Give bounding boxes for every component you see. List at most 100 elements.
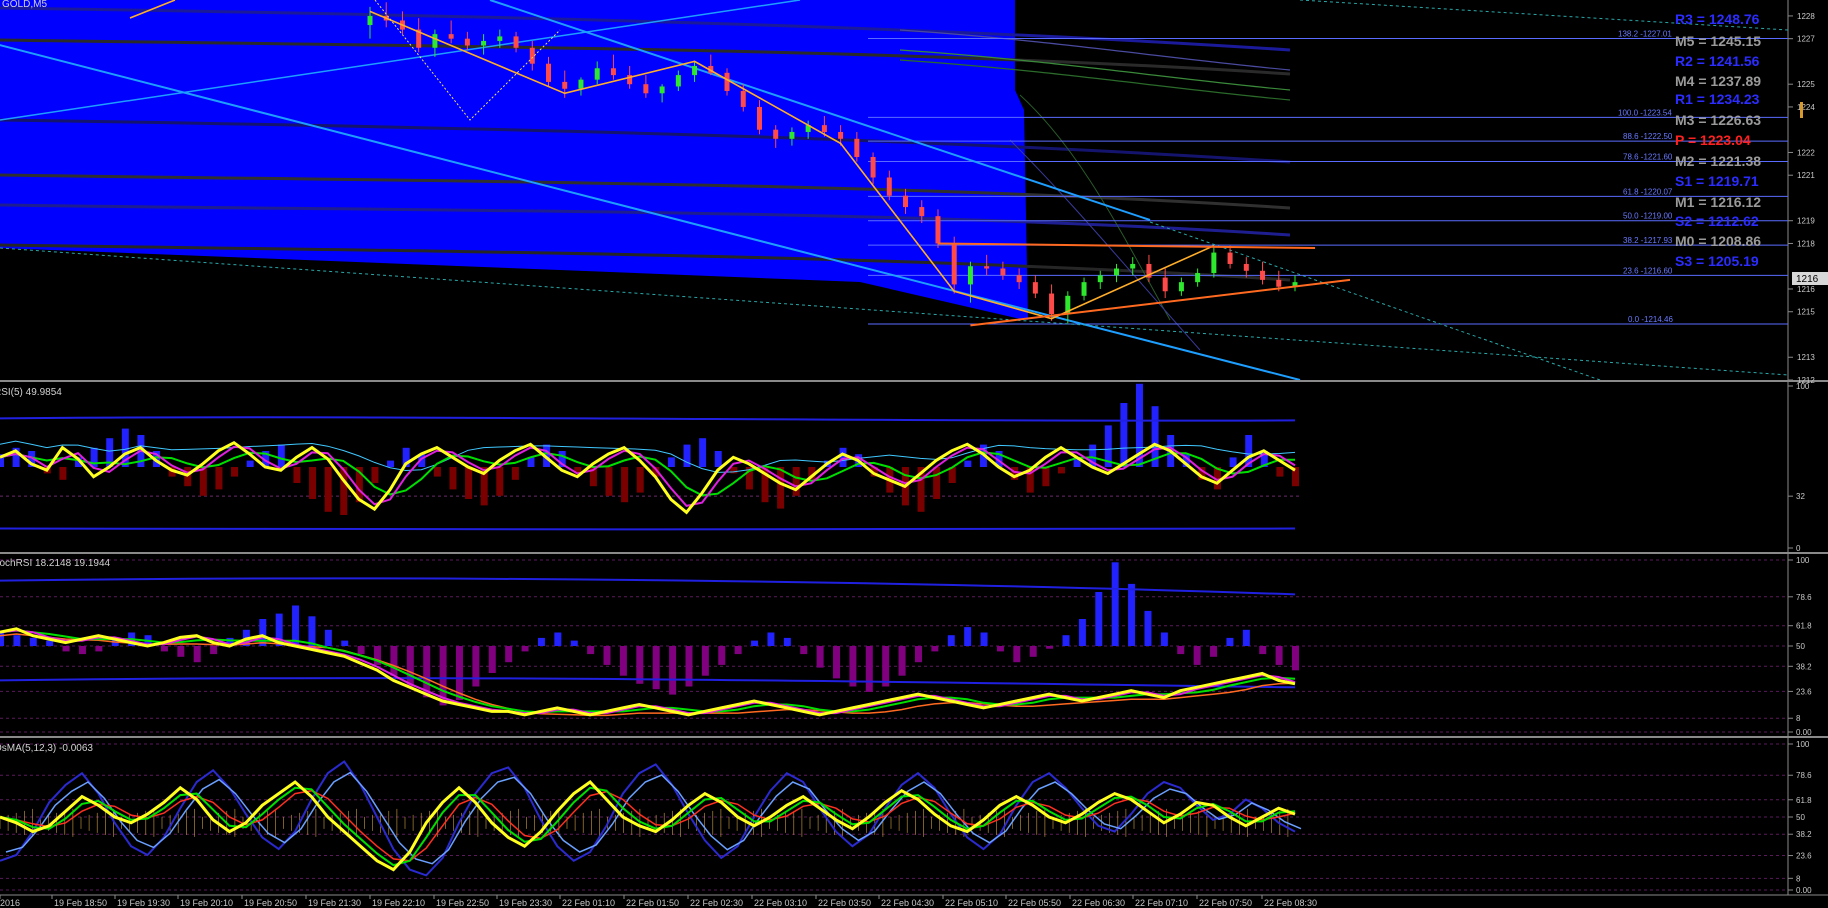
pivot-label-m3: M3 = 1226.63 xyxy=(1675,112,1761,128)
pivot-label-m0: M0 = 1208.86 xyxy=(1675,233,1761,249)
stochrsi-histogram-bar xyxy=(0,632,4,646)
pivot-label-r2: R2 = 1241.56 xyxy=(1675,53,1760,69)
stochrsi-lower-band xyxy=(0,677,1296,689)
time-tick-label: 19 Feb 22:50 xyxy=(436,898,489,908)
stochrsi-histogram-bar xyxy=(865,646,873,692)
stochrsi-histogram-bar xyxy=(1292,646,1299,671)
osma-lightblue-line xyxy=(5,771,1302,865)
candle-body xyxy=(919,207,925,217)
stochrsi-histogram-bar xyxy=(29,637,37,646)
candle-body xyxy=(1260,270,1266,280)
candle-body xyxy=(448,34,454,39)
candle-body xyxy=(610,68,616,76)
candle-body xyxy=(903,195,909,208)
stochrsi-axis: 100 78.6 61.8 50 38.2 23.6 8 0.00 xyxy=(1788,556,1812,737)
rsi-histogram-bar xyxy=(215,467,223,490)
candle-body xyxy=(513,36,519,48)
rsi-upper-band xyxy=(0,416,1296,422)
candle-body xyxy=(789,131,795,139)
fib-level-label: 100.0 -1223.54 xyxy=(1618,108,1672,117)
candle-body xyxy=(886,177,892,196)
candle-body xyxy=(546,63,552,82)
symbol-label: GOLD,M5 xyxy=(2,0,47,10)
time-tick-label: 22 Feb 03:10 xyxy=(754,898,807,908)
candle-body xyxy=(1227,252,1233,264)
stochrsi-histogram-bar xyxy=(570,640,578,646)
price-tick-label: 1224 xyxy=(1797,103,1815,112)
rsi-histogram-bar xyxy=(231,467,239,477)
rsi-histogram-bar xyxy=(699,438,707,467)
candle-body xyxy=(1032,282,1038,294)
rsi-histogram-bar xyxy=(465,467,473,499)
time-tick-label: 22 Feb 06:30 xyxy=(1072,898,1125,908)
rsi-histogram-bar xyxy=(667,457,675,467)
stochrsi-histogram-bar xyxy=(341,640,349,646)
rsi-histogram-bar xyxy=(792,467,800,496)
price-axis: 1228 1227 1225 1224 1222 1221 1219 1218 1216 1215… xyxy=(1788,12,1815,385)
stochrsi-histogram-bar xyxy=(652,646,660,690)
axis-tick-label: 23.6 xyxy=(1796,687,1812,696)
fib-level-label: 50.0 -1219.00 xyxy=(1623,212,1673,221)
stochrsi-histogram-bar xyxy=(505,646,513,663)
axis-tick-label: 61.8 xyxy=(1796,796,1812,805)
time-tick-label: 19 Feb 23:30 xyxy=(499,898,552,908)
pivot-label-s3: S3 = 1205.19 xyxy=(1675,253,1759,269)
time-tick-label: 19 Feb 21:30 xyxy=(308,898,361,908)
candle-body xyxy=(935,216,941,244)
axis-tick-label: 38.2 xyxy=(1796,662,1812,671)
candle-body xyxy=(1097,275,1103,283)
stochrsi-histogram-bar xyxy=(1226,637,1234,646)
candle-body xyxy=(1016,275,1022,283)
rsi-lower-band xyxy=(0,527,1296,531)
axis-tick-label: 0.00 xyxy=(1796,728,1812,737)
candle-body xyxy=(643,84,649,94)
candle-body xyxy=(432,34,438,48)
candle-body xyxy=(1081,282,1087,296)
rsi-histogram-bar xyxy=(277,444,285,467)
stochrsi-histogram-bar xyxy=(1046,646,1054,649)
rsi-histogram-bar xyxy=(605,467,613,496)
candle-body xyxy=(529,47,535,64)
stochrsi-panel xyxy=(0,559,1788,733)
stochrsi-histogram-bar xyxy=(833,646,841,679)
chart-shift-marker[interactable] xyxy=(1800,102,1803,118)
rsi-histogram-bar xyxy=(621,467,629,503)
stochrsi-histogram-bar xyxy=(537,637,545,646)
moving-average-line xyxy=(1019,94,1171,321)
price-tick-label: 1216 xyxy=(1797,285,1815,294)
candle-body xyxy=(740,91,746,107)
stochrsi-histogram-bar xyxy=(898,646,906,676)
axis-tick-label: 78.6 xyxy=(1796,593,1812,602)
price-tick-label: 1227 xyxy=(1797,35,1815,44)
candle-body xyxy=(481,40,487,46)
fib-level-label: 78.6 -1221.60 xyxy=(1623,153,1673,162)
stochrsi-histogram-bar xyxy=(406,646,414,687)
stochrsi-histogram-bar xyxy=(718,646,726,665)
price-tick-label: 1221 xyxy=(1797,171,1815,180)
axis-tick-label: 0.00 xyxy=(1796,886,1812,895)
time-tick-label: 2016 xyxy=(0,898,20,908)
rsi-histogram-bar xyxy=(714,451,722,467)
axis-tick-label: 8 xyxy=(1796,714,1801,723)
candle-body xyxy=(367,15,373,26)
time-tick-label: 22 Feb 03:50 xyxy=(818,898,871,908)
rsi-histogram-bar xyxy=(1120,403,1128,467)
stochrsi-histogram-bar xyxy=(62,646,70,652)
rsi-histogram-bar xyxy=(199,467,207,496)
axis-tick-label: 100 xyxy=(1796,556,1810,565)
stochrsi-histogram-bar xyxy=(521,646,529,652)
candle-body xyxy=(724,72,730,92)
rsi-histogram-bar xyxy=(777,467,785,509)
rsi-histogram-bar xyxy=(293,467,301,483)
candle-body xyxy=(838,131,844,139)
price-tick-label: 1215 xyxy=(1797,308,1815,317)
fib-level-label: 38.2 -1217.93 xyxy=(1623,236,1673,245)
candle-body xyxy=(464,38,470,46)
axis-tick-label: 78.6 xyxy=(1796,771,1812,780)
stochrsi-histogram-bar xyxy=(1062,635,1070,646)
stochrsi-histogram-bar xyxy=(1111,562,1119,646)
time-tick-label: 19 Feb 20:50 xyxy=(244,898,297,908)
candle-body xyxy=(562,81,568,89)
rsi-histogram-bar xyxy=(309,467,317,499)
price-tick-label: 1228 xyxy=(1797,12,1815,21)
